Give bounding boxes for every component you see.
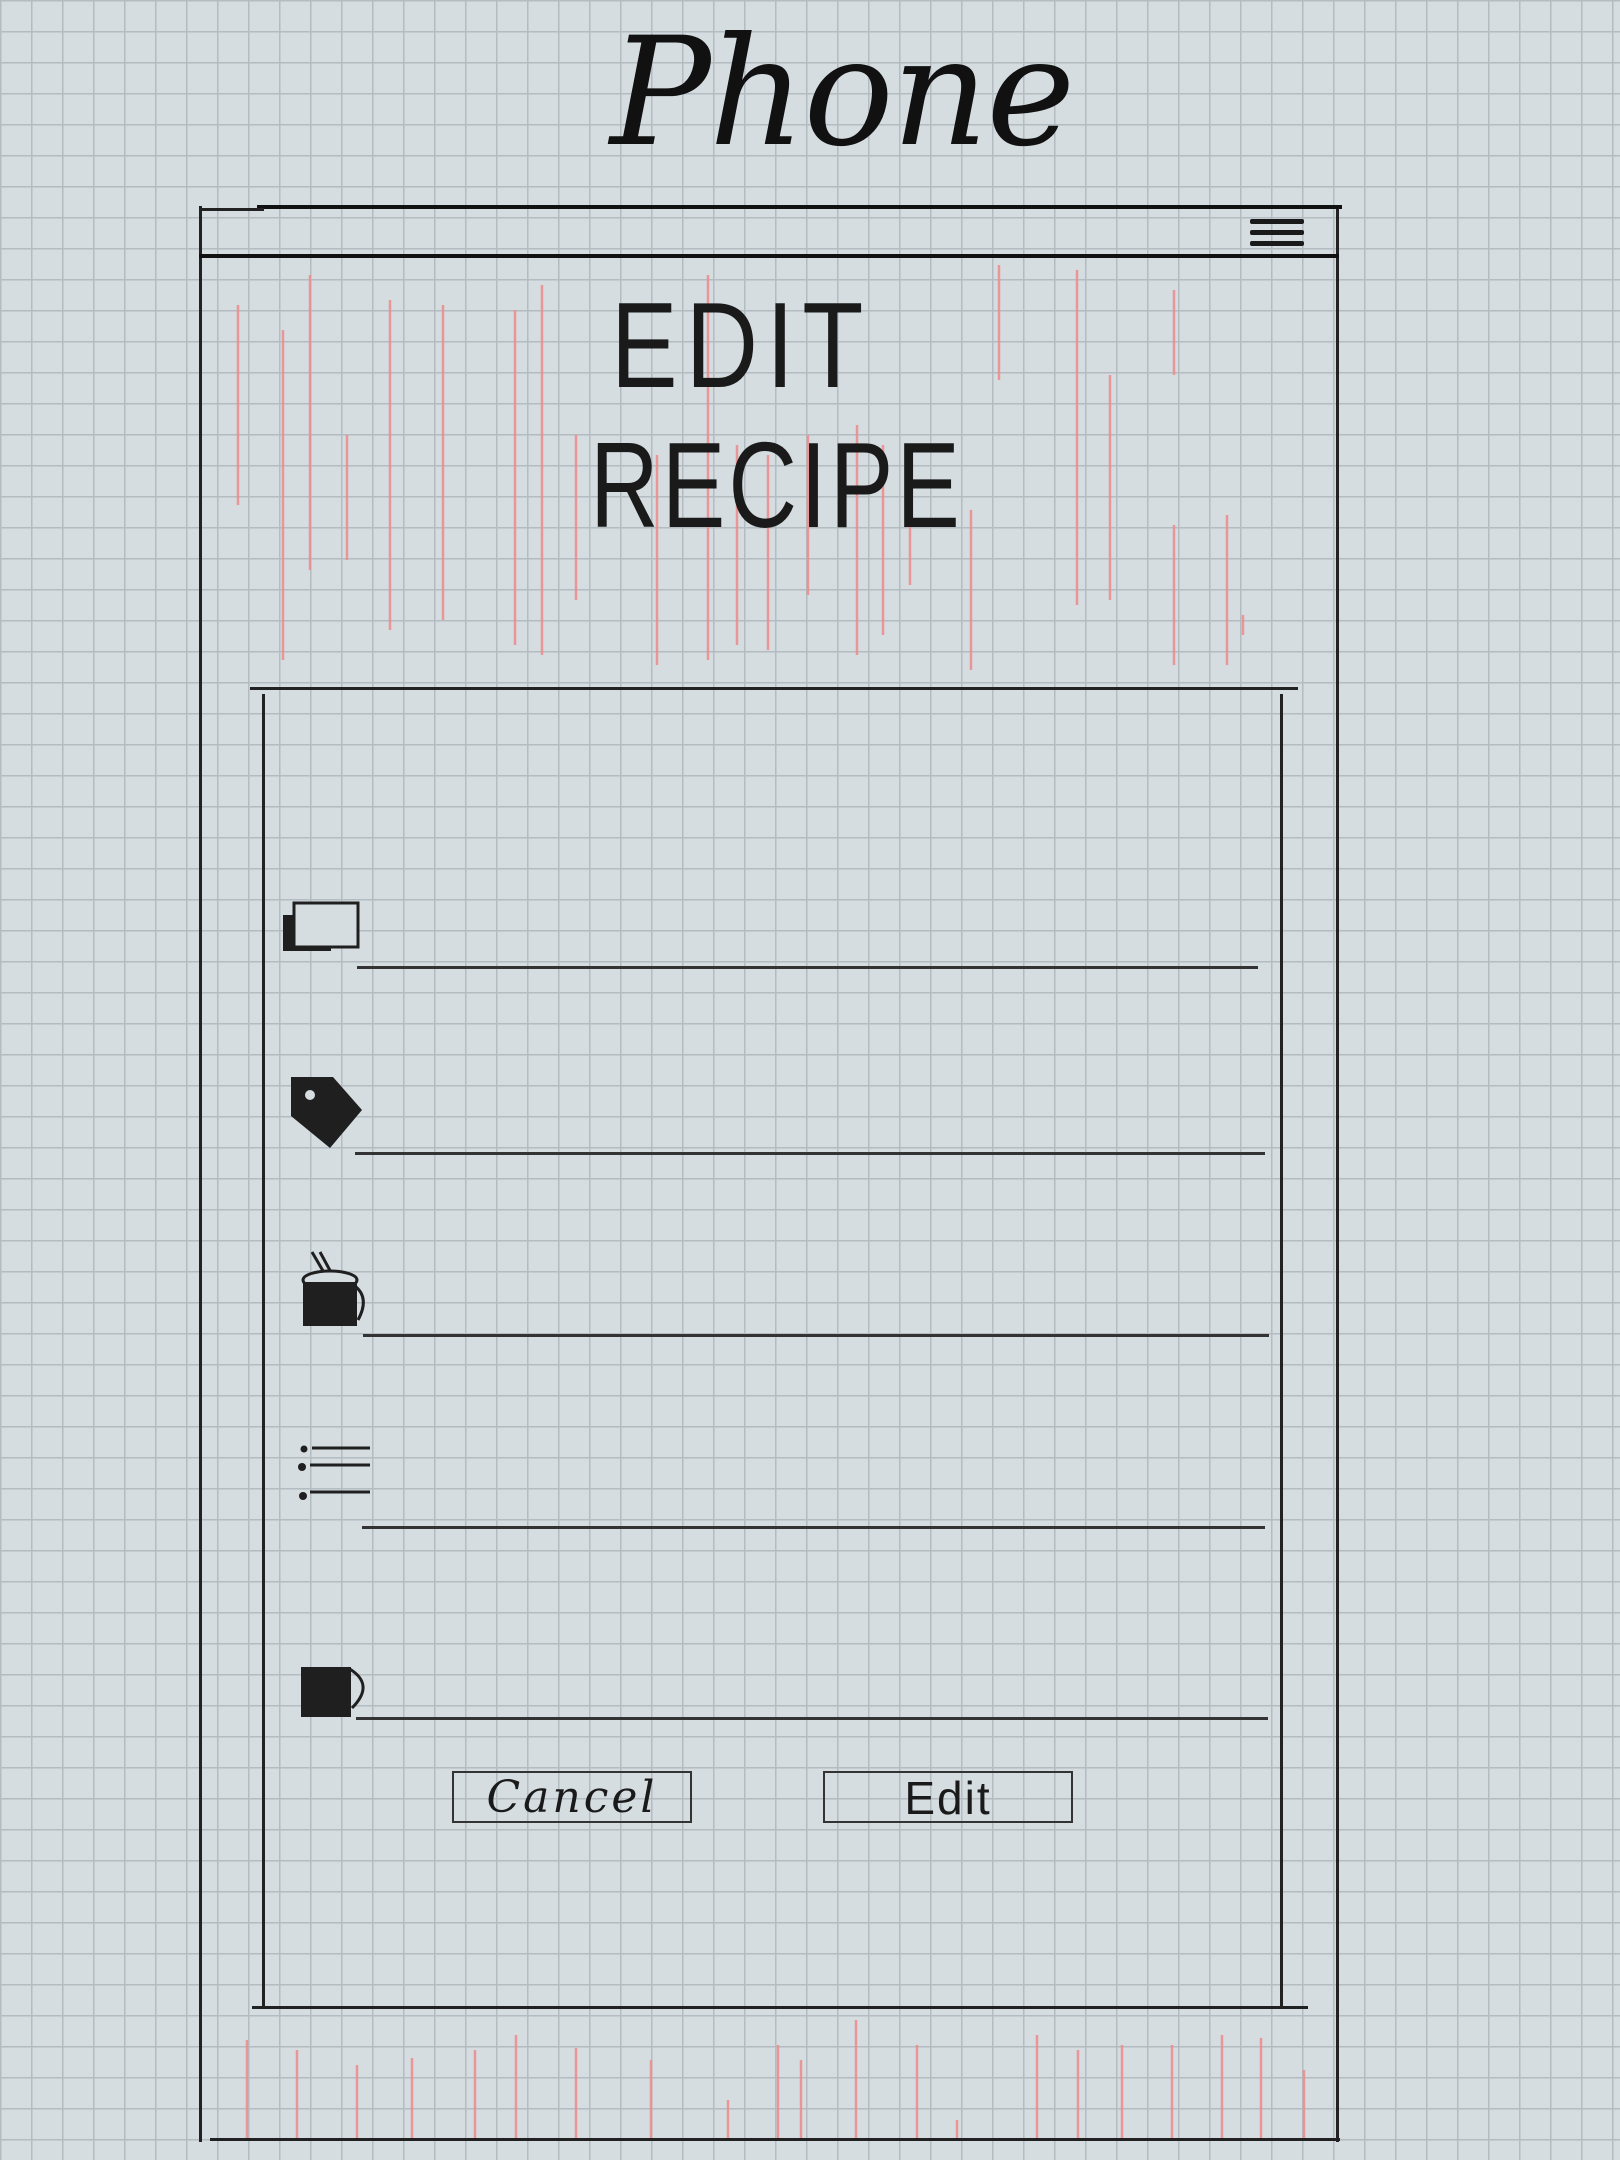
hamburger-menu-icon[interactable]: [1250, 217, 1304, 249]
phone-frame-top-edge: [257, 205, 1342, 209]
edit-button[interactable]: Edit: [823, 1771, 1073, 1823]
page-title: Phone: [610, 6, 1075, 180]
cooking-field[interactable]: [363, 1334, 1269, 1337]
list-icon: [294, 1440, 374, 1520]
form-card-top-edge: [250, 687, 1298, 690]
pot-icon: [300, 1250, 380, 1330]
phone-frame-top-stub: [199, 208, 264, 211]
tags-field[interactable]: [355, 1152, 1265, 1155]
heading-line-recipe: RECIPE: [590, 417, 964, 553]
page-heading: EDIT RECIPE: [560, 280, 960, 570]
servings-field[interactable]: [356, 1717, 1268, 1720]
phone-frame-bottom-edge: [210, 2138, 1340, 2141]
photo-field[interactable]: [357, 966, 1258, 969]
ingredients-field[interactable]: [362, 1526, 1265, 1529]
cup-icon: [298, 1662, 378, 1742]
cancel-button[interactable]: Cancel: [452, 1771, 692, 1823]
image-icon: [280, 895, 360, 975]
header-bar-divider: [199, 254, 1339, 258]
tag-icon: [288, 1072, 368, 1152]
heading-line-edit: EDIT: [610, 277, 872, 413]
form-card-bottom-edge: [252, 2006, 1308, 2009]
form-card: [262, 694, 1283, 2006]
